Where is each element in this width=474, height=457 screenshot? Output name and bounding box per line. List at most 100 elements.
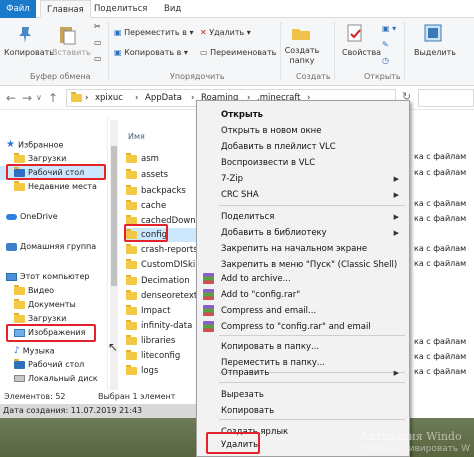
menu-compress-config-email[interactable]: Compress to "config.rar" and email: [221, 321, 371, 333]
scrollbar-thumb[interactable]: [111, 146, 117, 286]
new-folder-button[interactable]: Создать папку: [284, 46, 320, 66]
nav-this-pc[interactable]: Этот компьютер: [6, 270, 89, 284]
breadcrumb-separator[interactable]: ›: [191, 93, 194, 103]
breadcrumb-separator[interactable]: ›: [85, 93, 88, 103]
breadcrumb-user[interactable]: xpixuc: [95, 93, 123, 103]
menu-open-new-window[interactable]: Открыть в новом окне: [221, 125, 321, 137]
recent-chevron-icon[interactable]: ∨: [36, 93, 42, 102]
menu-pin-classic-shell[interactable]: Закрепить в меню "Пуск" (Classic Shell): [221, 259, 397, 271]
paste-button[interactable]: Вставить: [52, 48, 91, 57]
open-icon[interactable]: ▣ ▾: [382, 24, 396, 33]
up-icon[interactable]: ↑: [48, 91, 58, 105]
menu-open[interactable]: Открыть: [221, 109, 263, 121]
paste-shortcut-icon[interactable]: ▭: [94, 54, 102, 63]
copy-path-icon[interactable]: ▭: [94, 38, 102, 47]
nav-onedrive[interactable]: OneDrive: [6, 210, 58, 224]
folder-icon: [126, 289, 137, 300]
folder-icon: [14, 312, 25, 323]
cut-icon[interactable]: ✂: [94, 22, 101, 31]
file-name: Impact: [141, 306, 171, 316]
nav-music[interactable]: ♪ Музыка: [14, 344, 55, 358]
new-folder-icon[interactable]: [290, 22, 312, 44]
menu-share[interactable]: Поделиться ▶: [221, 211, 405, 223]
file-row[interactable]: assets: [126, 168, 206, 182]
menu-send-to[interactable]: Отправить ▶: [221, 367, 405, 379]
file-row[interactable]: Decimation: [126, 274, 206, 288]
rename-icon: ▭: [200, 48, 208, 57]
ribbon: Копировать Вставить ✂ ▭ ▭ Буфер обмена ▣…: [0, 18, 474, 86]
tab-view[interactable]: Вид: [164, 0, 181, 18]
file-row[interactable]: Impact: [126, 304, 206, 318]
copy-to-button[interactable]: ▣ Копировать в ▾: [114, 48, 188, 57]
nav-label: Документы: [28, 300, 76, 309]
type-cell: ка с файлам: [414, 352, 467, 361]
forward-icon[interactable]: →: [22, 91, 32, 105]
divider: [404, 22, 405, 80]
breadcrumb-appdata[interactable]: AppData: [145, 93, 182, 103]
tab-file[interactable]: Файл: [0, 0, 36, 18]
desktop-icon: [14, 358, 25, 369]
nav-desktop-pc[interactable]: Рабочий стол: [14, 358, 84, 372]
menu-add-archive[interactable]: Add to archive...: [221, 273, 291, 285]
pin-icon[interactable]: [14, 24, 36, 46]
file-row[interactable]: infinity-data: [126, 319, 206, 333]
nav-recent[interactable]: Недавние места: [14, 180, 97, 194]
menu-7zip[interactable]: 7-Zip ▶: [221, 173, 405, 185]
properties-icon[interactable]: [344, 22, 366, 44]
type-cell: ка с файлам: [414, 337, 467, 346]
file-name: liteconfig: [141, 351, 181, 361]
nav-local-disk[interactable]: Локальный диск: [14, 372, 98, 386]
folder-icon: [71, 91, 85, 103]
history-icon[interactable]: ◷: [382, 56, 389, 65]
file-row[interactable]: CustomDISkin: [126, 258, 206, 272]
menu-add-config-rar[interactable]: Add to "config.rar": [221, 289, 300, 301]
nav-videos[interactable]: Видео: [14, 284, 54, 298]
file-row[interactable]: crash-reports: [126, 243, 206, 257]
search-input[interactable]: [418, 89, 474, 107]
nav-favorites[interactable]: ★ Избранное: [6, 138, 63, 152]
menu-vlc-play[interactable]: Воспроизвести в VLC: [221, 157, 315, 169]
highlight-config: [124, 224, 168, 242]
open-group-label: Открыть: [364, 72, 401, 81]
tab-home[interactable]: Главная: [40, 0, 91, 18]
file-row[interactable]: denseoretextur: [126, 289, 206, 303]
file-name: backpacks: [141, 186, 186, 196]
move-to-button[interactable]: ▣ Переместить в ▾: [114, 28, 193, 37]
tab-share[interactable]: Поделиться: [94, 0, 147, 18]
winrar-icon: [203, 273, 214, 284]
nav-label: Недавние места: [28, 182, 97, 191]
copy-to-label: Копировать в ▾: [124, 48, 188, 57]
menu-cut[interactable]: Вырезать: [221, 389, 264, 401]
item-count: Элементов: 52: [4, 392, 66, 401]
copy-big-button[interactable]: Копировать: [4, 48, 54, 57]
menu-pin-start[interactable]: Закрепить на начальном экране: [221, 243, 367, 255]
file-row[interactable]: asm: [126, 152, 206, 166]
delete-icon: ✕: [200, 28, 207, 37]
paste-icon[interactable]: [56, 24, 78, 46]
select-button[interactable]: Выделить: [414, 48, 456, 57]
menu-copy[interactable]: Копировать: [221, 405, 274, 417]
folder-icon: [14, 180, 25, 191]
nav-documents[interactable]: Документы: [14, 298, 76, 312]
breadcrumb-separator[interactable]: ›: [135, 93, 138, 103]
delete-button[interactable]: ✕ Удалить ▾: [200, 28, 251, 37]
menu-vlc-playlist[interactable]: Добавить в плейлист VLC: [221, 141, 336, 153]
menu-compress-email[interactable]: Compress and email...: [221, 305, 316, 317]
file-row[interactable]: liteconfig: [126, 349, 206, 363]
file-row[interactable]: cache: [126, 199, 206, 213]
column-header-name[interactable]: Имя: [128, 132, 145, 141]
folder-icon: [126, 184, 137, 195]
edit-icon[interactable]: ✎: [382, 40, 389, 49]
file-row[interactable]: libraries: [126, 334, 206, 348]
properties-button[interactable]: Свойства: [342, 48, 381, 57]
rename-button[interactable]: ▭ Переименовать: [200, 48, 276, 57]
file-row[interactable]: backpacks: [126, 184, 206, 198]
winrar-icon: [203, 305, 214, 316]
file-row[interactable]: logs: [126, 364, 206, 378]
menu-copy-to-folder[interactable]: Копировать в папку...: [221, 341, 319, 353]
menu-crc-sha[interactable]: CRC SHA ▶: [221, 189, 405, 201]
back-icon[interactable]: ←: [6, 91, 16, 105]
select-icon[interactable]: [422, 22, 444, 44]
nav-homegroup[interactable]: Домашняя группа: [6, 240, 96, 254]
menu-add-library[interactable]: Добавить в библиотеку ▶: [221, 227, 405, 239]
